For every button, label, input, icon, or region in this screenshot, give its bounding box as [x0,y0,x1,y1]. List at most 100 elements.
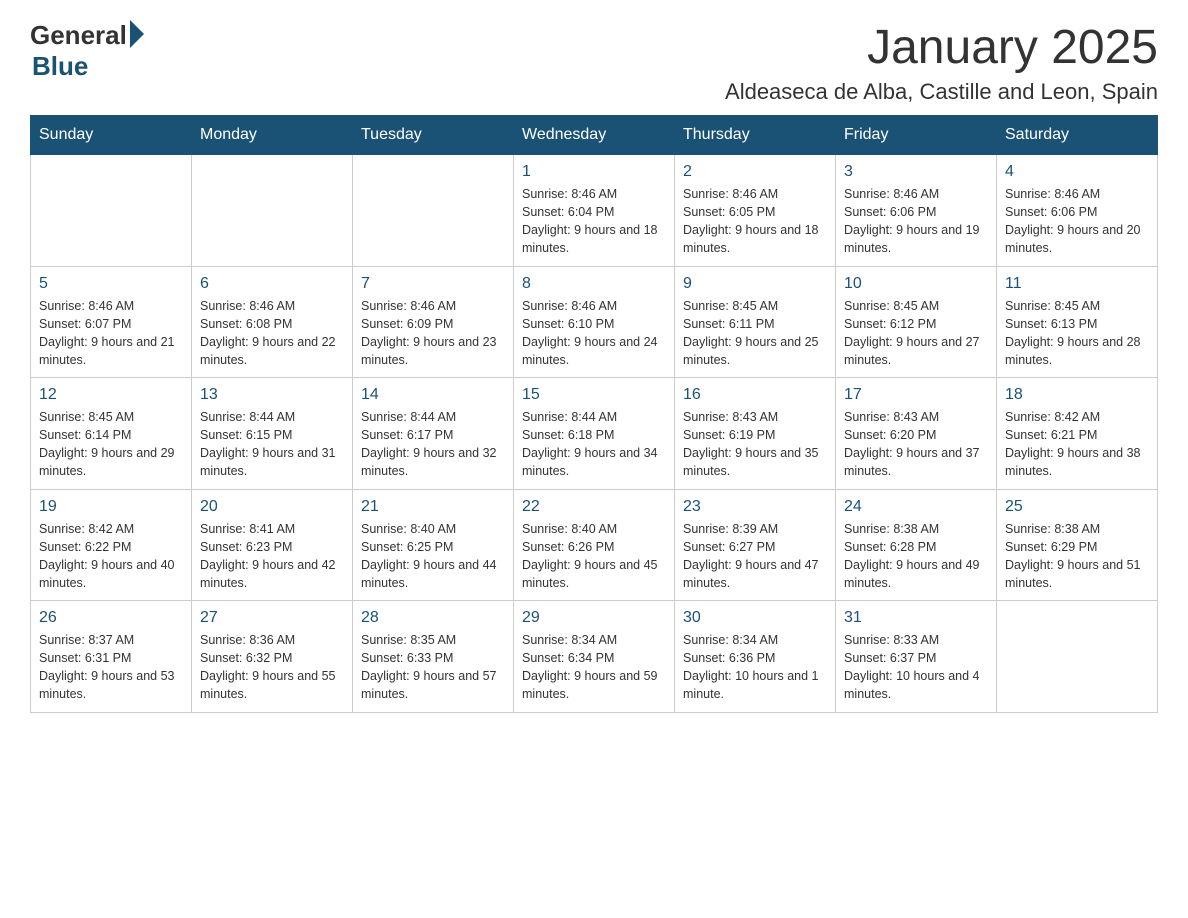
calendar-day-cell [353,155,514,267]
day-info: Sunrise: 8:46 AMSunset: 6:08 PMDaylight:… [200,297,344,370]
calendar-day-cell: 6 Sunrise: 8:46 AMSunset: 6:08 PMDaylight… [192,266,353,378]
location-title: Aldeaseca de Alba, Castille and Leon, Sp… [725,79,1158,105]
day-info: Sunrise: 8:44 AMSunset: 6:15 PMDaylight:… [200,408,344,481]
day-number: 15 [522,386,666,404]
day-info: Sunrise: 8:41 AMSunset: 6:23 PMDaylight:… [200,520,344,593]
logo-blue-text: Blue [32,51,88,82]
day-number: 2 [683,163,827,181]
day-info: Sunrise: 8:37 AMSunset: 6:31 PMDaylight:… [39,631,183,704]
day-info: Sunrise: 8:42 AMSunset: 6:22 PMDaylight:… [39,520,183,593]
calendar-day-cell: 13 Sunrise: 8:44 AMSunset: 6:15 PMDayligh… [192,378,353,490]
day-number: 6 [200,275,344,293]
day-number: 3 [844,163,988,181]
calendar-day-cell: 21 Sunrise: 8:40 AMSunset: 6:25 PMDayligh… [353,489,514,601]
calendar-day-cell: 27 Sunrise: 8:36 AMSunset: 6:32 PMDayligh… [192,601,353,713]
day-info: Sunrise: 8:45 AMSunset: 6:13 PMDaylight:… [1005,297,1149,370]
calendar-day-cell: 16 Sunrise: 8:43 AMSunset: 6:19 PMDayligh… [675,378,836,490]
calendar-week-row: 26 Sunrise: 8:37 AMSunset: 6:31 PMDayligh… [31,601,1158,713]
day-info: Sunrise: 8:42 AMSunset: 6:21 PMDaylight:… [1005,408,1149,481]
day-info: Sunrise: 8:45 AMSunset: 6:11 PMDaylight:… [683,297,827,370]
day-number: 9 [683,275,827,293]
day-info: Sunrise: 8:38 AMSunset: 6:29 PMDaylight:… [1005,520,1149,593]
header: General Blue January 2025 Aldeaseca de A… [30,20,1158,105]
day-info: Sunrise: 8:45 AMSunset: 6:14 PMDaylight:… [39,408,183,481]
day-info: Sunrise: 8:34 AMSunset: 6:36 PMDaylight:… [683,631,827,704]
calendar-day-cell: 11 Sunrise: 8:45 AMSunset: 6:13 PMDayligh… [997,266,1158,378]
calendar-day-cell [192,155,353,267]
calendar-day-cell: 3Sunrise: 8:46 AMSunset: 6:06 PMDaylight… [836,155,997,267]
calendar-day-cell: 19Sunrise: 8:42 AMSunset: 6:22 PMDayligh… [31,489,192,601]
day-number: 14 [361,386,505,404]
day-number: 29 [522,609,666,627]
day-number: 11 [1005,275,1149,293]
calendar-day-cell: 17 Sunrise: 8:43 AMSunset: 6:20 PMDayligh… [836,378,997,490]
day-number: 26 [39,609,183,627]
calendar-week-row: 5 Sunrise: 8:46 AMSunset: 6:07 PMDaylight… [31,266,1158,378]
day-number: 27 [200,609,344,627]
day-number: 24 [844,498,988,516]
calendar-week-row: 19Sunrise: 8:42 AMSunset: 6:22 PMDayligh… [31,489,1158,601]
calendar-week-row: 1 Sunrise: 8:46 AMSunset: 6:04 PMDaylight… [31,155,1158,267]
day-number: 25 [1005,498,1149,516]
day-number: 30 [683,609,827,627]
calendar-day-cell [31,155,192,267]
calendar-table: SundayMondayTuesdayWednesdayThursdayFrid… [30,115,1158,713]
day-info: Sunrise: 8:44 AMSunset: 6:17 PMDaylight:… [361,408,505,481]
day-number: 5 [39,275,183,293]
calendar-header: SundayMondayTuesdayWednesdayThursdayFrid… [31,116,1158,155]
calendar-day-cell: 1 Sunrise: 8:46 AMSunset: 6:04 PMDaylight… [514,155,675,267]
day-info: Sunrise: 8:38 AMSunset: 6:28 PMDaylight:… [844,520,988,593]
calendar-day-cell: 15 Sunrise: 8:44 AMSunset: 6:18 PMDayligh… [514,378,675,490]
day-info: Sunrise: 8:46 AMSunset: 6:04 PMDaylight:… [522,185,666,258]
day-info: Sunrise: 8:46 AMSunset: 6:09 PMDaylight:… [361,297,505,370]
calendar-day-cell: 5 Sunrise: 8:46 AMSunset: 6:07 PMDaylight… [31,266,192,378]
day-info: Sunrise: 8:40 AMSunset: 6:25 PMDaylight:… [361,520,505,593]
calendar-day-cell: 26 Sunrise: 8:37 AMSunset: 6:31 PMDayligh… [31,601,192,713]
logo-arrow-icon [130,20,144,48]
day-info: Sunrise: 8:46 AMSunset: 6:07 PMDaylight:… [39,297,183,370]
day-number: 8 [522,275,666,293]
weekday-header: Tuesday [353,116,514,155]
day-number: 17 [844,386,988,404]
calendar-week-row: 12Sunrise: 8:45 AMSunset: 6:14 PMDayligh… [31,378,1158,490]
day-info: Sunrise: 8:43 AMSunset: 6:20 PMDaylight:… [844,408,988,481]
day-number: 7 [361,275,505,293]
day-number: 21 [361,498,505,516]
logo-general-text: General [30,20,127,51]
day-number: 23 [683,498,827,516]
logo: General Blue [30,20,144,82]
calendar-day-cell: 18 Sunrise: 8:42 AMSunset: 6:21 PMDayligh… [997,378,1158,490]
day-number: 31 [844,609,988,627]
day-info: Sunrise: 8:36 AMSunset: 6:32 PMDaylight:… [200,631,344,704]
day-number: 13 [200,386,344,404]
calendar-day-cell: 28 Sunrise: 8:35 AMSunset: 6:33 PMDayligh… [353,601,514,713]
calendar-day-cell: 8 Sunrise: 8:46 AMSunset: 6:10 PMDaylight… [514,266,675,378]
calendar-day-cell: 14 Sunrise: 8:44 AMSunset: 6:17 PMDayligh… [353,378,514,490]
day-number: 28 [361,609,505,627]
day-info: Sunrise: 8:39 AMSunset: 6:27 PMDaylight:… [683,520,827,593]
calendar-day-cell: 2Sunrise: 8:46 AMSunset: 6:05 PMDaylight… [675,155,836,267]
day-info: Sunrise: 8:46 AMSunset: 6:10 PMDaylight:… [522,297,666,370]
calendar-day-cell: 22Sunrise: 8:40 AMSunset: 6:26 PMDayligh… [514,489,675,601]
month-title: January 2025 [725,20,1158,75]
calendar-day-cell: 9 Sunrise: 8:45 AMSunset: 6:11 PMDaylight… [675,266,836,378]
calendar-day-cell: 30 Sunrise: 8:34 AMSunset: 6:36 PMDayligh… [675,601,836,713]
calendar-day-cell: 25 Sunrise: 8:38 AMSunset: 6:29 PMDayligh… [997,489,1158,601]
calendar-day-cell: 12Sunrise: 8:45 AMSunset: 6:14 PMDayligh… [31,378,192,490]
day-info: Sunrise: 8:46 AMSunset: 6:06 PMDaylight:… [1005,185,1149,258]
day-info: Sunrise: 8:45 AMSunset: 6:12 PMDaylight:… [844,297,988,370]
calendar-day-cell: 10Sunrise: 8:45 AMSunset: 6:12 PMDayligh… [836,266,997,378]
day-info: Sunrise: 8:44 AMSunset: 6:18 PMDaylight:… [522,408,666,481]
weekday-header: Friday [836,116,997,155]
calendar-day-cell: 31Sunrise: 8:33 AMSunset: 6:37 PMDayligh… [836,601,997,713]
weekday-header: Thursday [675,116,836,155]
title-area: January 2025 Aldeaseca de Alba, Castille… [725,20,1158,105]
day-info: Sunrise: 8:35 AMSunset: 6:33 PMDaylight:… [361,631,505,704]
day-info: Sunrise: 8:43 AMSunset: 6:19 PMDaylight:… [683,408,827,481]
day-info: Sunrise: 8:34 AMSunset: 6:34 PMDaylight:… [522,631,666,704]
calendar-day-cell: 24 Sunrise: 8:38 AMSunset: 6:28 PMDayligh… [836,489,997,601]
day-number: 1 [522,163,666,181]
day-number: 16 [683,386,827,404]
calendar-day-cell: 29 Sunrise: 8:34 AMSunset: 6:34 PMDayligh… [514,601,675,713]
day-number: 18 [1005,386,1149,404]
